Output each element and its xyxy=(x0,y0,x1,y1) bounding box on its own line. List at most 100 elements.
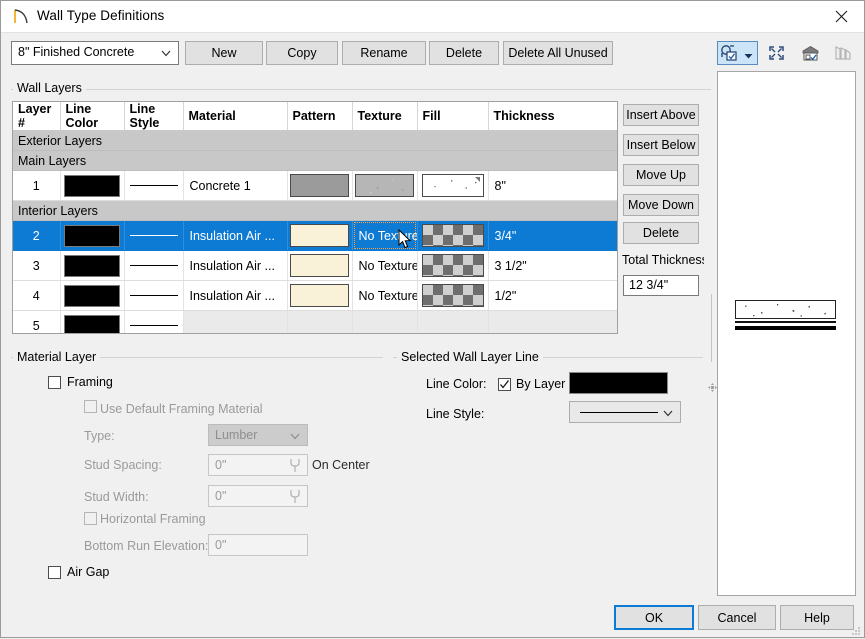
cell-thickness[interactable]: 3 1/2" xyxy=(488,250,617,281)
fit-to-window-button[interactable] xyxy=(764,41,790,65)
move-up-button[interactable]: Move Up xyxy=(623,164,699,186)
line-color-swatch xyxy=(64,224,120,247)
cell-material[interactable]: Concrete 1 xyxy=(183,170,288,201)
cell-material[interactable]: Insulation Air ... xyxy=(183,250,288,281)
cell-thickness[interactable]: 1/2" xyxy=(488,280,617,311)
line-style-dropdown[interactable] xyxy=(569,401,681,423)
close-icon[interactable] xyxy=(818,1,864,31)
layers-button[interactable] xyxy=(830,41,856,65)
column-header-texture[interactable]: Texture xyxy=(352,102,418,131)
group-row-main-label: Main Layers xyxy=(13,150,617,171)
by-layer-checkbox[interactable] xyxy=(498,378,511,391)
wall-preview-panel[interactable] xyxy=(717,71,856,596)
use-default-framing-material-checkbox[interactable] xyxy=(84,400,97,413)
wall-layers-table[interactable]: Layer # Line Color Line Style Material P… xyxy=(12,101,618,334)
copy-button[interactable]: Copy xyxy=(266,41,338,65)
table-row[interactable]: 4 Insulation Air ... No Texture 1/2" xyxy=(13,280,617,311)
cell-fill[interactable] xyxy=(417,170,489,201)
cell-pattern[interactable] xyxy=(287,220,353,251)
help-button[interactable]: Help xyxy=(780,605,854,630)
delete-layer-button[interactable]: Delete xyxy=(623,222,699,244)
horizontal-framing-checkbox[interactable] xyxy=(84,512,97,525)
cell-texture[interactable]: No Texture xyxy=(352,280,418,311)
column-header-thickness[interactable]: Thickness xyxy=(488,102,617,131)
cell-texture[interactable]: No Texture xyxy=(352,220,418,251)
type-value: Lumber xyxy=(215,428,258,442)
table-row[interactable]: 3 Insulation Air ... No Texture 3 1/2" xyxy=(13,250,617,281)
cell-fill[interactable] xyxy=(417,310,489,333)
cell-texture[interactable]: No Texture xyxy=(352,250,418,281)
delete-button[interactable]: Delete xyxy=(429,41,499,65)
air-gap-checkbox[interactable] xyxy=(48,566,61,579)
elevation-view-button[interactable] xyxy=(798,41,824,65)
cell-material[interactable] xyxy=(183,310,288,333)
stud-width-field[interactable]: 0" xyxy=(208,485,308,507)
cancel-button[interactable]: Cancel xyxy=(698,605,776,630)
air-gap-label[interactable]: Air Gap xyxy=(67,565,109,579)
column-header-line-color[interactable]: Line Color xyxy=(60,102,125,131)
cell-line-style[interactable] xyxy=(124,280,184,311)
cell-line-color[interactable] xyxy=(60,220,125,251)
delete-all-unused-button[interactable]: Delete All Unused xyxy=(503,41,613,65)
chevron-down-icon xyxy=(160,47,172,59)
line-color-swatch-button[interactable] xyxy=(569,372,668,394)
wall-type-dropdown[interactable]: 8" Finished Concrete xyxy=(11,41,179,65)
line-style-preview xyxy=(129,295,178,296)
cell-pattern[interactable] xyxy=(287,310,353,333)
cell-thickness[interactable]: 8" xyxy=(488,170,617,201)
cell-pattern[interactable] xyxy=(287,170,353,201)
framing-label[interactable]: Framing xyxy=(67,375,113,389)
cell-line-style[interactable] xyxy=(124,310,184,333)
column-header-pattern[interactable]: Pattern xyxy=(287,102,353,131)
chevron-down-icon[interactable] xyxy=(744,49,753,63)
by-layer-label[interactable]: By Layer xyxy=(516,377,565,391)
column-header-material[interactable]: Material xyxy=(183,102,288,131)
type-dropdown[interactable]: Lumber xyxy=(208,424,308,446)
new-button[interactable]: New xyxy=(185,41,263,65)
cell-fill[interactable] xyxy=(417,220,489,251)
framing-checkbox[interactable] xyxy=(48,376,61,389)
camera-toggle-button[interactable] xyxy=(717,41,758,65)
cell-fill[interactable] xyxy=(417,250,489,281)
cell-thickness[interactable]: 3/4" xyxy=(488,220,617,251)
bottom-run-elevation-field[interactable]: 0" xyxy=(208,534,308,556)
spinner-wrench-icon[interactable] xyxy=(288,458,302,473)
cell-line-color[interactable] xyxy=(60,250,125,281)
layers-icon xyxy=(834,45,852,64)
column-header-fill[interactable]: Fill xyxy=(417,102,489,131)
cell-texture[interactable] xyxy=(352,310,418,333)
cell-line-color[interactable] xyxy=(60,310,125,333)
cell-material[interactable]: Insulation Air ... xyxy=(183,220,288,251)
move-down-button[interactable]: Move Down xyxy=(623,194,699,216)
cell-pattern[interactable] xyxy=(287,250,353,281)
table-row[interactable]: 2 Insulation Air ... No Texture 3/4" xyxy=(13,220,617,251)
total-thickness-field[interactable]: 12 3/4" xyxy=(623,275,699,296)
cell-line-style[interactable] xyxy=(124,250,184,281)
spinner-wrench-icon[interactable] xyxy=(288,489,302,504)
line-color-swatch xyxy=(64,254,120,277)
cell-line-style[interactable] xyxy=(124,170,184,201)
cell-pattern[interactable] xyxy=(287,280,353,311)
rename-button[interactable]: Rename xyxy=(342,41,426,65)
panel-splitter[interactable] xyxy=(708,69,717,609)
cell-line-style[interactable] xyxy=(124,220,184,251)
column-header-line-style[interactable]: Line Style xyxy=(124,102,184,131)
ok-button[interactable]: OK xyxy=(614,605,694,630)
stud-spacing-label: Stud Spacing: xyxy=(84,458,162,472)
chevron-down-icon xyxy=(662,407,674,419)
cell-texture[interactable] xyxy=(352,170,418,201)
stud-width-value: 0" xyxy=(215,489,227,503)
insert-below-button[interactable]: Insert Below xyxy=(623,134,699,156)
cell-thickness[interactable] xyxy=(488,310,617,333)
table-row[interactable]: 5 xyxy=(13,310,617,333)
resize-grip-icon[interactable] xyxy=(851,625,861,635)
cell-line-color[interactable] xyxy=(60,280,125,311)
stud-spacing-field[interactable]: 0" xyxy=(208,454,308,476)
line-style-preview xyxy=(129,265,178,266)
cell-line-color[interactable] xyxy=(60,170,125,201)
cell-material[interactable]: Insulation Air ... xyxy=(183,280,288,311)
table-row[interactable]: 1 Concrete 1 8" xyxy=(13,170,617,201)
insert-above-button[interactable]: Insert Above xyxy=(623,104,699,126)
cell-fill[interactable] xyxy=(417,280,489,311)
column-header-layer-num[interactable]: Layer # xyxy=(13,102,61,131)
